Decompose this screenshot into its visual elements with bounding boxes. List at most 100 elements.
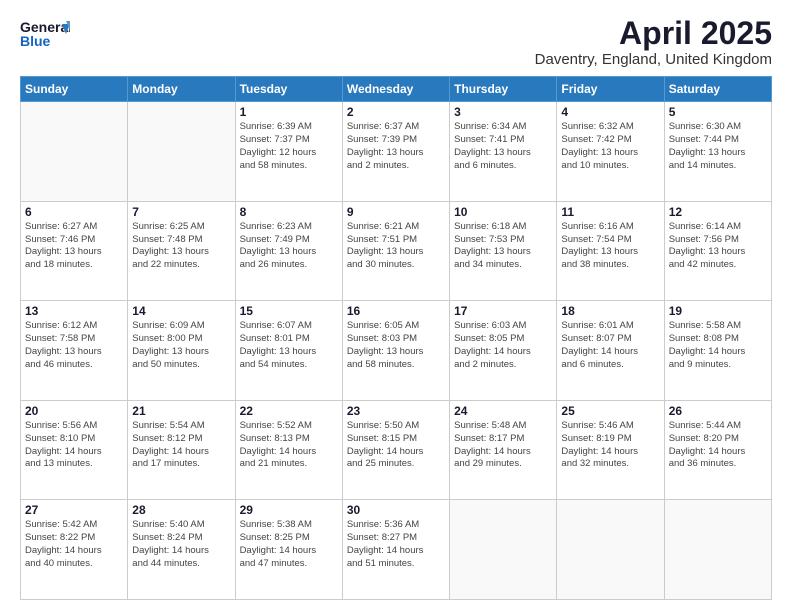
calendar-cell: 1 Sunrise: 6:39 AM Sunset: 7:37 PM Daylig… bbox=[235, 102, 342, 202]
calendar-cell: 30 Sunrise: 5:36 AM Sunset: 8:27 PM Dayli… bbox=[342, 500, 449, 600]
calendar-cell: 19Sunrise: 5:58 AM Sunset: 8:08 PM Dayli… bbox=[664, 301, 771, 401]
calendar-cell: 23Sunrise: 5:50 AM Sunset: 8:15 PM Dayli… bbox=[342, 400, 449, 500]
calendar-cell: 10Sunrise: 6:18 AM Sunset: 7:53 PM Dayli… bbox=[450, 201, 557, 301]
calendar-cell: 14 Sunrise: 6:09 AM Sunset: 8:00 PM Dayli… bbox=[128, 301, 235, 401]
calendar-cell: 17 Sunrise: 6:03 AM Sunset: 8:05 PM Dayli… bbox=[450, 301, 557, 401]
day-info: Sunrise: 6:05 AM Sunset: 8:03 PM Dayligh… bbox=[347, 320, 445, 371]
day-info: Sunrise: 6:03 AM Sunset: 8:05 PM Dayligh… bbox=[454, 320, 552, 371]
day-number: 25 bbox=[561, 404, 659, 418]
day-info: Sunrise: 6:25 AM Sunset: 7:48 PM Dayligh… bbox=[132, 221, 230, 272]
header-thursday: Thursday bbox=[450, 77, 557, 102]
calendar-cell: 3 Sunrise: 6:34 AM Sunset: 7:41 PM Daylig… bbox=[450, 102, 557, 202]
calendar-cell: 16 Sunrise: 6:05 AM Sunset: 8:03 PM Dayli… bbox=[342, 301, 449, 401]
calendar-cell: 27 Sunrise: 5:42 AM Sunset: 8:22 PM Dayli… bbox=[21, 500, 128, 600]
day-number: 7 bbox=[132, 205, 230, 219]
calendar-week-row: 6Sunrise: 6:27 AM Sunset: 7:46 PM Daylig… bbox=[21, 201, 772, 301]
day-number: 9 bbox=[347, 205, 445, 219]
calendar-cell bbox=[128, 102, 235, 202]
calendar-cell: 29Sunrise: 5:38 AM Sunset: 8:25 PM Dayli… bbox=[235, 500, 342, 600]
calendar-cell: 2 Sunrise: 6:37 AM Sunset: 7:39 PM Daylig… bbox=[342, 102, 449, 202]
calendar-title: April 2025 bbox=[535, 16, 772, 51]
day-info: Sunrise: 6:39 AM Sunset: 7:37 PM Dayligh… bbox=[240, 121, 338, 172]
header: General Blue April 2025 Daventry, Englan… bbox=[20, 16, 772, 68]
calendar-cell bbox=[664, 500, 771, 600]
calendar-subtitle: Daventry, England, United Kingdom bbox=[535, 51, 772, 68]
calendar-cell: 20 Sunrise: 5:56 AM Sunset: 8:10 PM Dayli… bbox=[21, 400, 128, 500]
title-block: April 2025 Daventry, England, United Kin… bbox=[535, 16, 772, 68]
day-number: 4 bbox=[561, 105, 659, 119]
day-info: Sunrise: 6:14 AM Sunset: 7:56 PM Dayligh… bbox=[669, 221, 767, 272]
calendar-week-row: 1 Sunrise: 6:39 AM Sunset: 7:37 PM Daylig… bbox=[21, 102, 772, 202]
day-info: Sunrise: 5:46 AM Sunset: 8:19 PM Dayligh… bbox=[561, 420, 659, 471]
day-info: Sunrise: 6:34 AM Sunset: 7:41 PM Dayligh… bbox=[454, 121, 552, 172]
day-info: Sunrise: 5:36 AM Sunset: 8:27 PM Dayligh… bbox=[347, 519, 445, 570]
calendar-cell: 28 Sunrise: 5:40 AM Sunset: 8:24 PM Dayli… bbox=[128, 500, 235, 600]
day-number: 1 bbox=[240, 105, 338, 119]
day-info: Sunrise: 5:40 AM Sunset: 8:24 PM Dayligh… bbox=[132, 519, 230, 570]
day-number: 16 bbox=[347, 304, 445, 318]
calendar-cell: 26Sunrise: 5:44 AM Sunset: 8:20 PM Dayli… bbox=[664, 400, 771, 500]
day-number: 21 bbox=[132, 404, 230, 418]
calendar-cell: 11Sunrise: 6:16 AM Sunset: 7:54 PM Dayli… bbox=[557, 201, 664, 301]
day-number: 26 bbox=[669, 404, 767, 418]
header-saturday: Saturday bbox=[664, 77, 771, 102]
calendar-cell: 24 Sunrise: 5:48 AM Sunset: 8:17 PM Dayli… bbox=[450, 400, 557, 500]
day-number: 18 bbox=[561, 304, 659, 318]
calendar-cell bbox=[450, 500, 557, 600]
day-info: Sunrise: 6:01 AM Sunset: 8:07 PM Dayligh… bbox=[561, 320, 659, 371]
calendar-week-row: 27 Sunrise: 5:42 AM Sunset: 8:22 PM Dayli… bbox=[21, 500, 772, 600]
calendar-cell bbox=[21, 102, 128, 202]
day-info: Sunrise: 6:32 AM Sunset: 7:42 PM Dayligh… bbox=[561, 121, 659, 172]
svg-text:Blue: Blue bbox=[20, 33, 51, 49]
logo-icon: General Blue bbox=[20, 16, 70, 56]
header-tuesday: Tuesday bbox=[235, 77, 342, 102]
day-info: Sunrise: 6:07 AM Sunset: 8:01 PM Dayligh… bbox=[240, 320, 338, 371]
day-info: Sunrise: 6:37 AM Sunset: 7:39 PM Dayligh… bbox=[347, 121, 445, 172]
day-info: Sunrise: 5:50 AM Sunset: 8:15 PM Dayligh… bbox=[347, 420, 445, 471]
day-info: Sunrise: 6:09 AM Sunset: 8:00 PM Dayligh… bbox=[132, 320, 230, 371]
day-number: 8 bbox=[240, 205, 338, 219]
day-info: Sunrise: 5:56 AM Sunset: 8:10 PM Dayligh… bbox=[25, 420, 123, 471]
day-info: Sunrise: 5:42 AM Sunset: 8:22 PM Dayligh… bbox=[25, 519, 123, 570]
day-number: 22 bbox=[240, 404, 338, 418]
calendar-cell: 9Sunrise: 6:21 AM Sunset: 7:51 PM Daylig… bbox=[342, 201, 449, 301]
day-info: Sunrise: 5:54 AM Sunset: 8:12 PM Dayligh… bbox=[132, 420, 230, 471]
header-wednesday: Wednesday bbox=[342, 77, 449, 102]
day-info: Sunrise: 6:12 AM Sunset: 7:58 PM Dayligh… bbox=[25, 320, 123, 371]
day-number: 17 bbox=[454, 304, 552, 318]
day-number: 24 bbox=[454, 404, 552, 418]
day-number: 30 bbox=[347, 503, 445, 517]
day-number: 3 bbox=[454, 105, 552, 119]
day-info: Sunrise: 6:30 AM Sunset: 7:44 PM Dayligh… bbox=[669, 121, 767, 172]
day-number: 28 bbox=[132, 503, 230, 517]
day-info: Sunrise: 5:48 AM Sunset: 8:17 PM Dayligh… bbox=[454, 420, 552, 471]
day-number: 29 bbox=[240, 503, 338, 517]
header-monday: Monday bbox=[128, 77, 235, 102]
logo: General Blue bbox=[20, 16, 70, 56]
calendar-cell: 21 Sunrise: 5:54 AM Sunset: 8:12 PM Dayli… bbox=[128, 400, 235, 500]
calendar-cell: 15 Sunrise: 6:07 AM Sunset: 8:01 PM Dayli… bbox=[235, 301, 342, 401]
calendar-cell: 7 Sunrise: 6:25 AM Sunset: 7:48 PM Daylig… bbox=[128, 201, 235, 301]
day-number: 13 bbox=[25, 304, 123, 318]
calendar-cell: 13 Sunrise: 6:12 AM Sunset: 7:58 PM Dayli… bbox=[21, 301, 128, 401]
header-sunday: Sunday bbox=[21, 77, 128, 102]
day-number: 20 bbox=[25, 404, 123, 418]
day-number: 15 bbox=[240, 304, 338, 318]
day-info: Sunrise: 5:58 AM Sunset: 8:08 PM Dayligh… bbox=[669, 320, 767, 371]
calendar-cell: 4 Sunrise: 6:32 AM Sunset: 7:42 PM Daylig… bbox=[557, 102, 664, 202]
calendar-table: Sunday Monday Tuesday Wednesday Thursday… bbox=[20, 76, 772, 600]
calendar-cell: 6Sunrise: 6:27 AM Sunset: 7:46 PM Daylig… bbox=[21, 201, 128, 301]
calendar-week-row: 20 Sunrise: 5:56 AM Sunset: 8:10 PM Dayli… bbox=[21, 400, 772, 500]
day-number: 14 bbox=[132, 304, 230, 318]
day-number: 2 bbox=[347, 105, 445, 119]
day-info: Sunrise: 6:27 AM Sunset: 7:46 PM Dayligh… bbox=[25, 221, 123, 272]
calendar-cell: 5Sunrise: 6:30 AM Sunset: 7:44 PM Daylig… bbox=[664, 102, 771, 202]
day-info: Sunrise: 6:18 AM Sunset: 7:53 PM Dayligh… bbox=[454, 221, 552, 272]
header-friday: Friday bbox=[557, 77, 664, 102]
calendar-cell: 12Sunrise: 6:14 AM Sunset: 7:56 PM Dayli… bbox=[664, 201, 771, 301]
day-info: Sunrise: 6:16 AM Sunset: 7:54 PM Dayligh… bbox=[561, 221, 659, 272]
day-info: Sunrise: 6:23 AM Sunset: 7:49 PM Dayligh… bbox=[240, 221, 338, 272]
page: General Blue April 2025 Daventry, Englan… bbox=[0, 0, 792, 612]
calendar-cell: 8 Sunrise: 6:23 AM Sunset: 7:49 PM Daylig… bbox=[235, 201, 342, 301]
day-number: 27 bbox=[25, 503, 123, 517]
